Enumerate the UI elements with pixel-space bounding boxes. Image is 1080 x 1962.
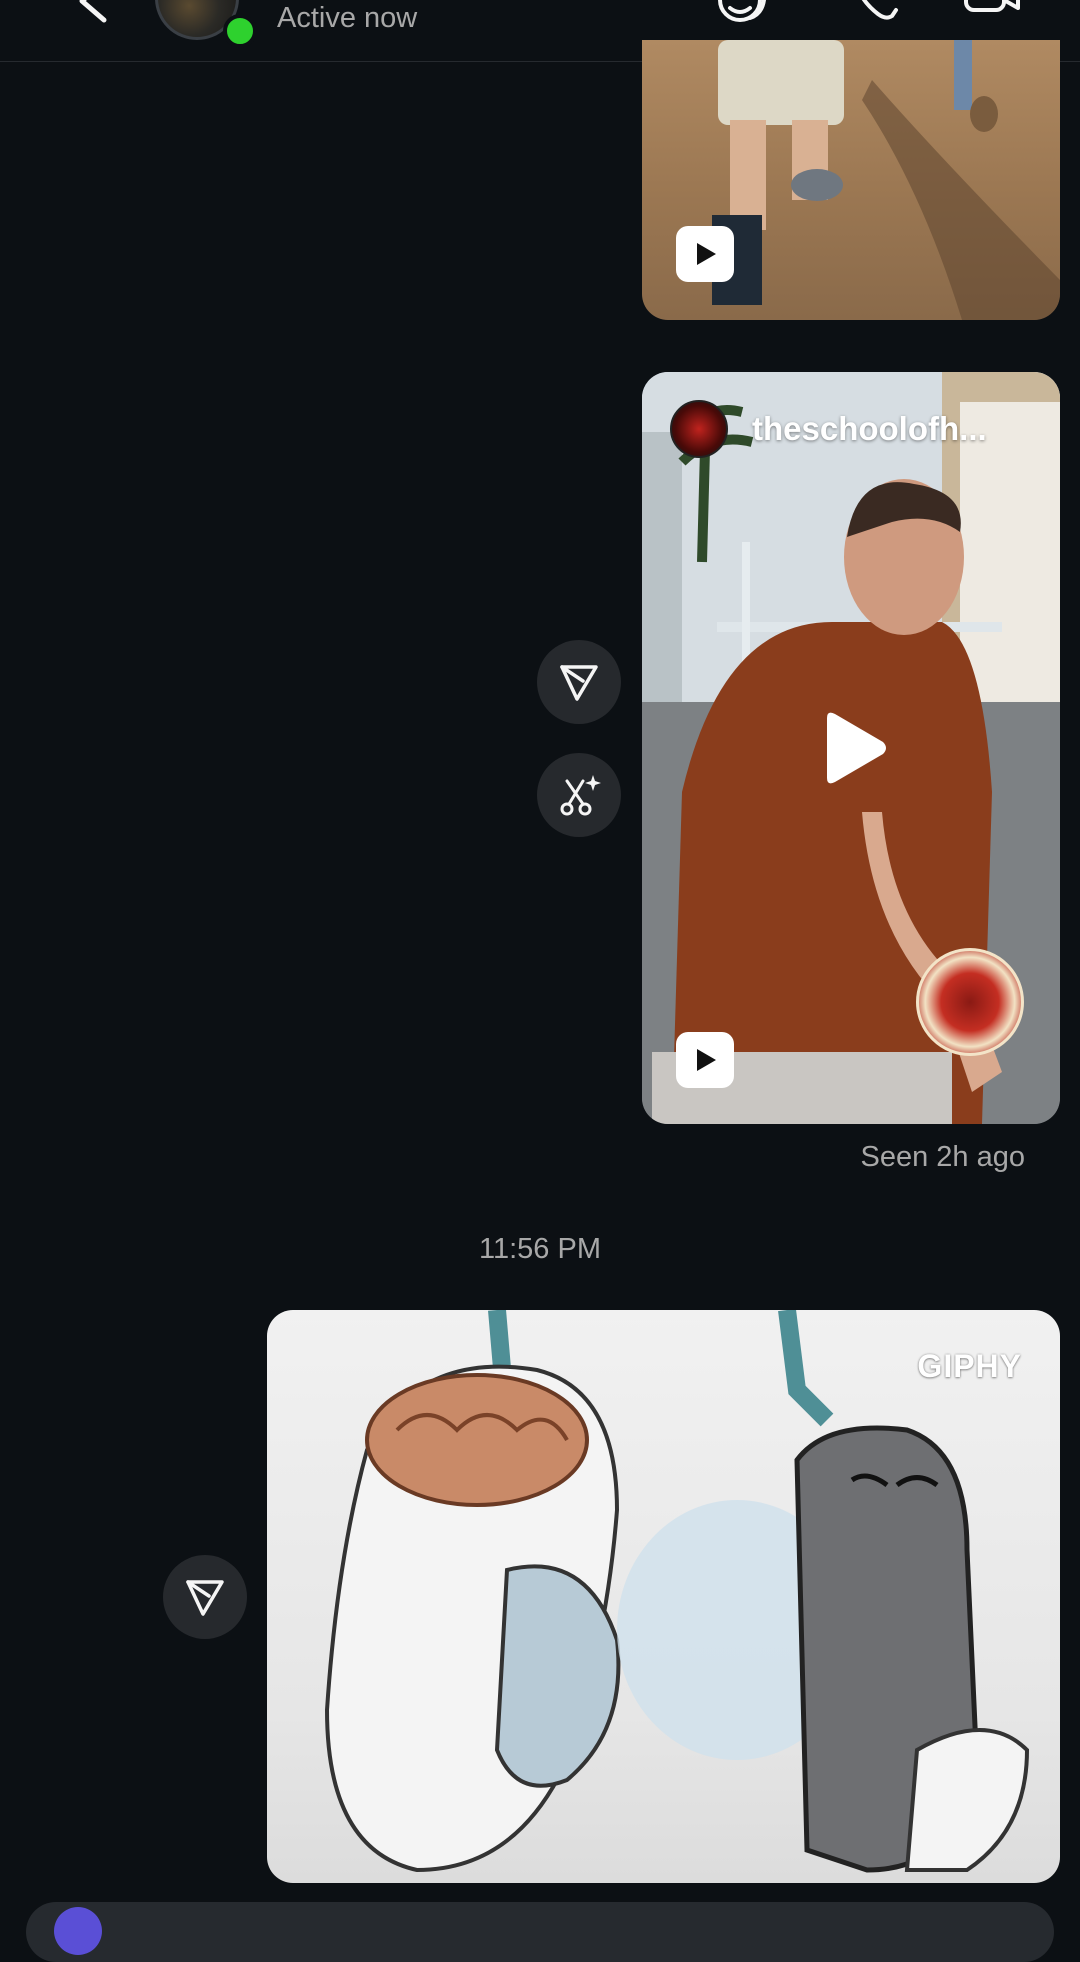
watermark-logo (916, 948, 1024, 1056)
sticker-icon[interactable] (714, 0, 770, 24)
ai-cut-button[interactable] (537, 753, 621, 837)
gif-message[interactable]: GIPHY (267, 1310, 1060, 1883)
share-icon (186, 1580, 224, 1616)
play-icon (697, 1049, 716, 1071)
play-icon (697, 243, 716, 265)
back-icon[interactable] (66, 0, 116, 26)
reel-play-badge (676, 226, 734, 282)
share-button[interactable] (163, 1555, 247, 1639)
share-button[interactable] (537, 640, 621, 724)
play-icon[interactable] (817, 710, 889, 786)
ai-cut-icon (560, 775, 601, 816)
contact-avatar[interactable] (155, 0, 259, 48)
seen-status: Seen 2h ago (860, 1141, 1025, 1173)
reel-author-avatar[interactable] (670, 400, 728, 458)
reel-message[interactable] (642, 40, 1060, 320)
gif-image (324, 1310, 1030, 1873)
share-icon (560, 665, 598, 701)
reel-author-name[interactable]: theschoolofh... (752, 410, 987, 448)
reel-play-badge (676, 1032, 734, 1088)
online-indicator (223, 14, 257, 48)
active-status: Active now (277, 2, 418, 34)
reel-message[interactable]: theschoolofh... (642, 372, 1060, 1124)
time-divider: 11:56 PM (479, 1233, 601, 1265)
video-icon[interactable] (962, 0, 1020, 24)
message-composer[interactable] (26, 1902, 1054, 1962)
phone-icon[interactable] (848, 0, 904, 24)
giphy-label: GIPHY (917, 1348, 1022, 1384)
camera-icon[interactable] (54, 1907, 102, 1955)
